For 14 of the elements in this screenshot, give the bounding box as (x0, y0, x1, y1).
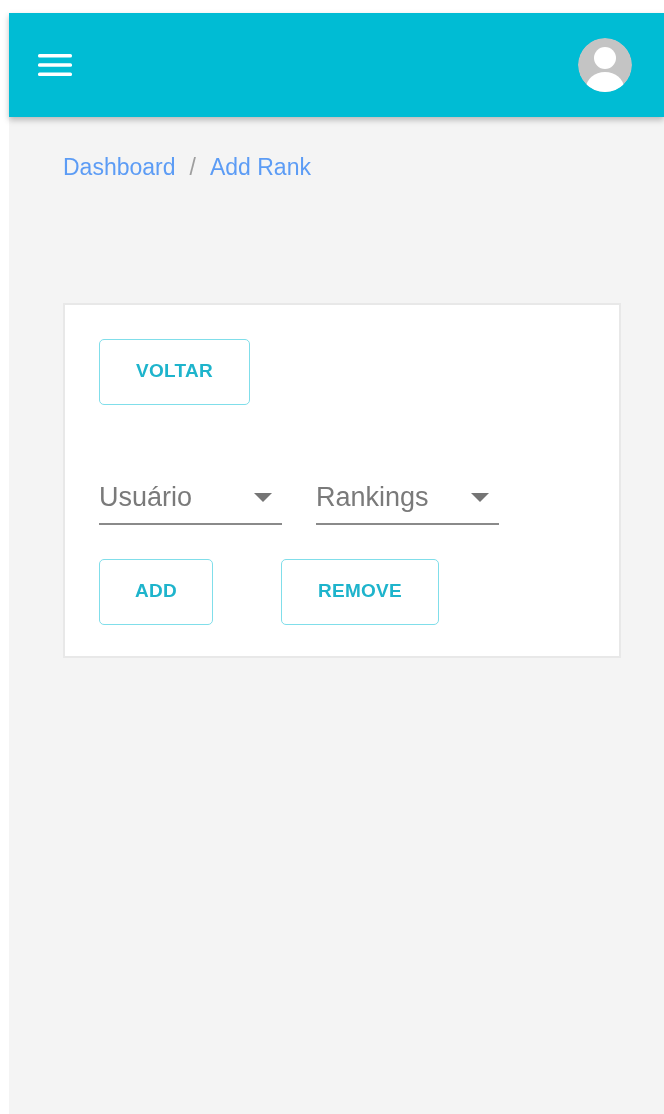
outline-button[interactable]: ADD (99, 558, 213, 625)
menu-icon[interactable] (38, 54, 72, 76)
select-placeholder: Rankings (316, 481, 429, 515)
dropdown-caret-icon (254, 493, 272, 502)
breadcrumb-link[interactable]: Add Rank (209, 150, 311, 185)
select-field[interactable]: Usuário (99, 472, 282, 525)
outline-button[interactable]: VOLTAR (99, 338, 250, 405)
select-placeholder: Usuário (99, 481, 193, 515)
dropdown-caret-icon (471, 493, 489, 502)
avatar-icon[interactable] (578, 38, 632, 92)
breadcrumb-separator: / (189, 153, 196, 182)
breadcrumb-link[interactable]: Dashboard (63, 150, 176, 185)
outline-button[interactable]: REMOVE (281, 558, 439, 625)
select-field[interactable]: Rankings (316, 472, 499, 525)
